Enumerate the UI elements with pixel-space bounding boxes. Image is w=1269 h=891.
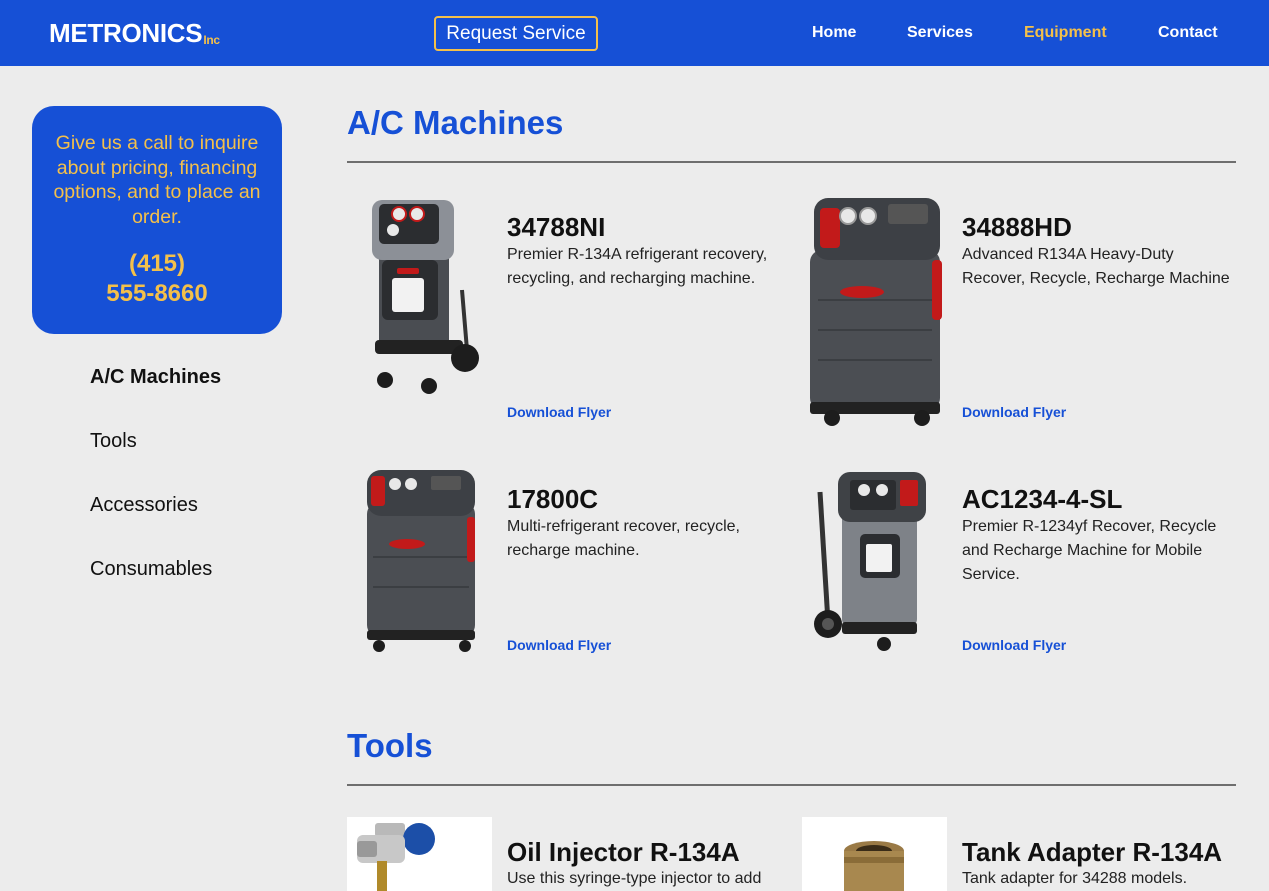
nav-home[interactable]: Home <box>812 24 856 42</box>
product-name: 34888HD <box>962 212 1072 242</box>
logo-text: METRONICS <box>49 18 203 48</box>
call-info-text: Give us a call to inquire about pricing,… <box>53 132 261 228</box>
download-flyer-link[interactable]: Download Flyer <box>507 404 611 420</box>
sidebar-link-consumables[interactable]: Consumables <box>90 558 212 581</box>
tank-adapter-image[interactable] <box>802 817 947 891</box>
sidebar-link-accessories[interactable]: Accessories <box>90 494 198 517</box>
nav-services[interactable]: Services <box>907 24 973 42</box>
product-name: AC1234-4-SL <box>962 484 1123 514</box>
download-flyer-link[interactable]: Download Flyer <box>962 637 1066 653</box>
top-navbar: METRONICSInc Request Service Home Servic… <box>0 0 1269 66</box>
product-description: Use this syringe-type injector to add <box>507 870 762 887</box>
section-divider <box>347 784 1236 786</box>
product-description: Premier R-134A refrigerant recovery, rec… <box>507 246 768 287</box>
product-description: Tank adapter for 34288 models. <box>962 870 1188 887</box>
download-flyer-link[interactable]: Download Flyer <box>507 637 611 653</box>
product-name: Oil Injector R-134A <box>507 837 740 867</box>
product-description: Multi-refrigerant recover, recycle, rech… <box>507 518 740 559</box>
ac-machine-image[interactable] <box>802 190 947 430</box>
product-name: 34788NI <box>507 212 606 242</box>
product-description: Premier R-1234yf Recover, Recycle and Re… <box>962 518 1217 583</box>
call-info-box: Give us a call to inquire about pricing,… <box>32 106 282 334</box>
product-name: Tank Adapter R-134A <box>962 837 1223 867</box>
sidebar-link-tools[interactable]: Tools <box>90 430 137 453</box>
section-title-ac-machines: A/C Machines <box>347 104 564 141</box>
download-flyer-link[interactable]: Download Flyer <box>962 404 1066 420</box>
nav-equipment[interactable]: Equipment <box>1024 24 1107 42</box>
logo-suffix: Inc <box>203 33 220 47</box>
phone-number[interactable]: (415) 555-8660 <box>48 249 266 309</box>
nav-contact[interactable]: Contact <box>1158 24 1218 42</box>
section-divider <box>347 161 1236 163</box>
ac-machine-image[interactable] <box>347 190 492 405</box>
ac-machine-image[interactable] <box>802 462 947 657</box>
phone-local-number: 555-8660 <box>106 280 208 307</box>
product-name: 17800C <box>507 484 599 514</box>
product-description: Advanced R134A Heavy-Duty Recover, Recyc… <box>962 246 1230 287</box>
company-logo[interactable]: METRONICSInc <box>49 18 220 49</box>
ac-machine-image[interactable] <box>347 462 492 657</box>
oil-injector-image[interactable] <box>347 817 492 891</box>
request-service-button[interactable]: Request Service <box>434 16 598 51</box>
sidebar-link-ac-machines[interactable]: A/C Machines <box>90 366 221 389</box>
section-title-tools: Tools <box>347 727 433 764</box>
phone-area-code: (415) <box>128 250 186 277</box>
